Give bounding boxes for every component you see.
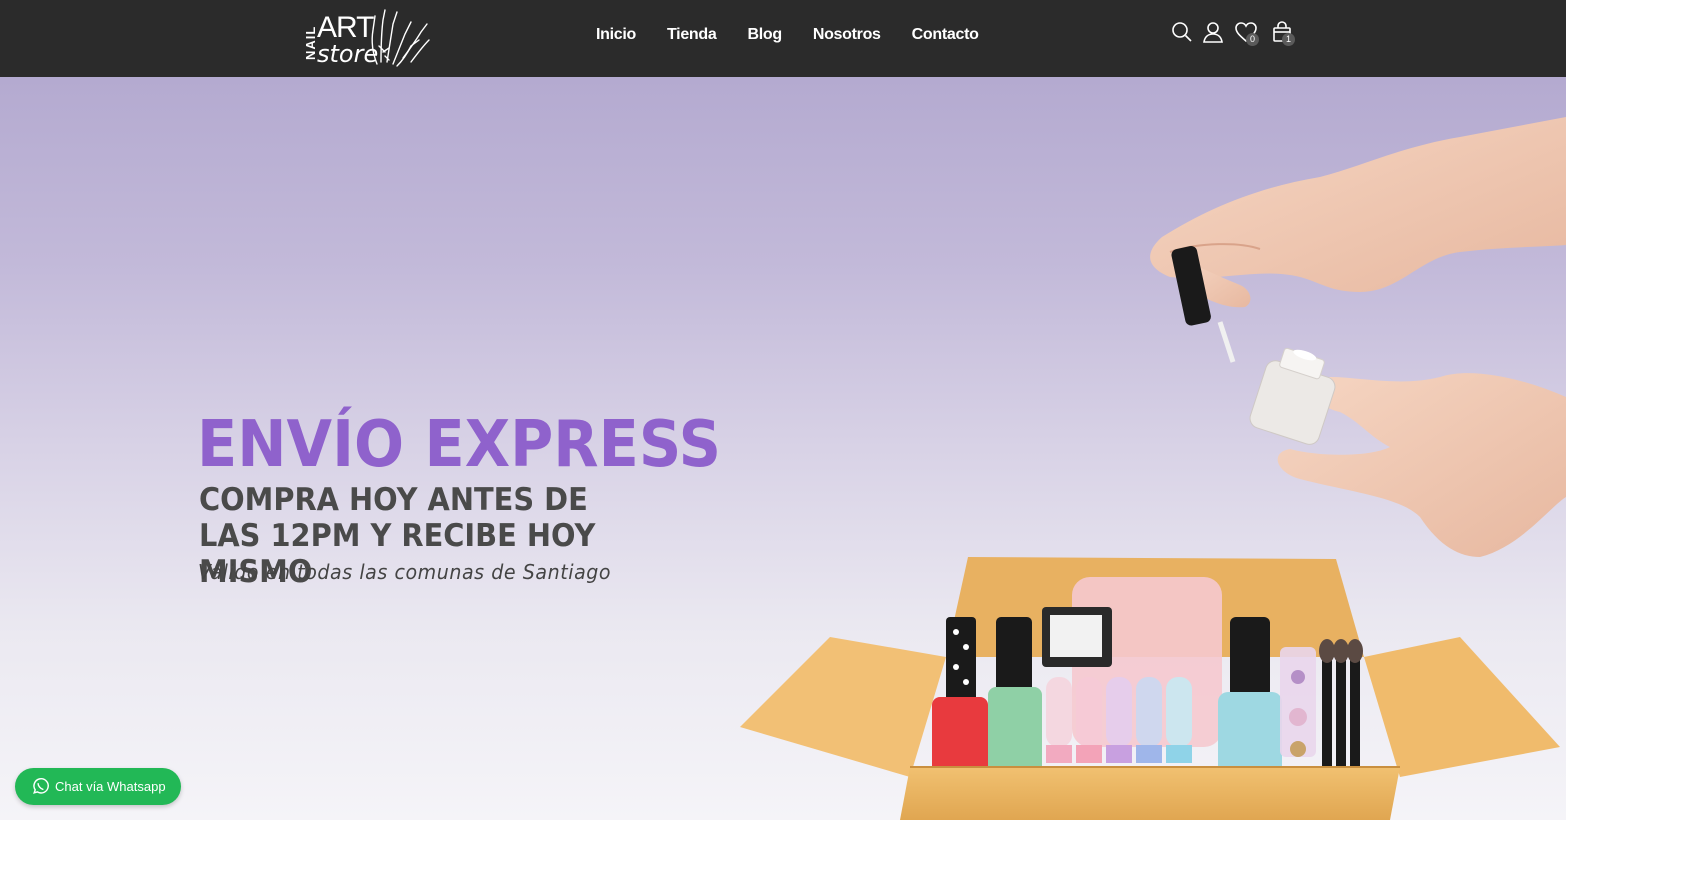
nav-blog[interactable]: Blog [747,24,782,48]
whatsapp-chat-button[interactable]: Chat vía Whatsapp [15,768,181,805]
hero-note: Válido en todas las comunas de Santiago [198,560,612,584]
cart-count-badge: 1 [1282,33,1295,46]
nav-inicio[interactable]: Inicio [596,24,636,48]
hero-banner[interactable]: ENVÍO EXPRESS COMPRA HOY ANTES DE LAS 12… [0,77,1566,820]
site-header: NAIL ART store Inicio Tienda Blog Nosotr… [0,0,1566,77]
search-icon[interactable] [1170,20,1194,44]
nav-nosotros[interactable]: Nosotros [813,24,881,48]
nav-contacto[interactable]: Contacto [912,24,979,48]
wishlist-count-badge: 0 [1246,33,1259,46]
whatsapp-icon [33,778,49,794]
whatsapp-label: Chat vía Whatsapp [55,779,166,794]
hero-title: ENVÍO EXPRESS [197,408,722,482]
nav-tienda[interactable]: Tienda [667,24,717,48]
page: NAIL ART store Inicio Tienda Blog Nosotr… [0,0,1566,820]
hero-product-image [740,117,1566,820]
logo[interactable]: NAIL ART store [303,6,435,68]
user-icon[interactable] [1201,20,1225,44]
main-nav: Inicio Tienda Blog Nosotros Contacto [580,24,1010,48]
hands-illustration-icon [371,9,430,67]
